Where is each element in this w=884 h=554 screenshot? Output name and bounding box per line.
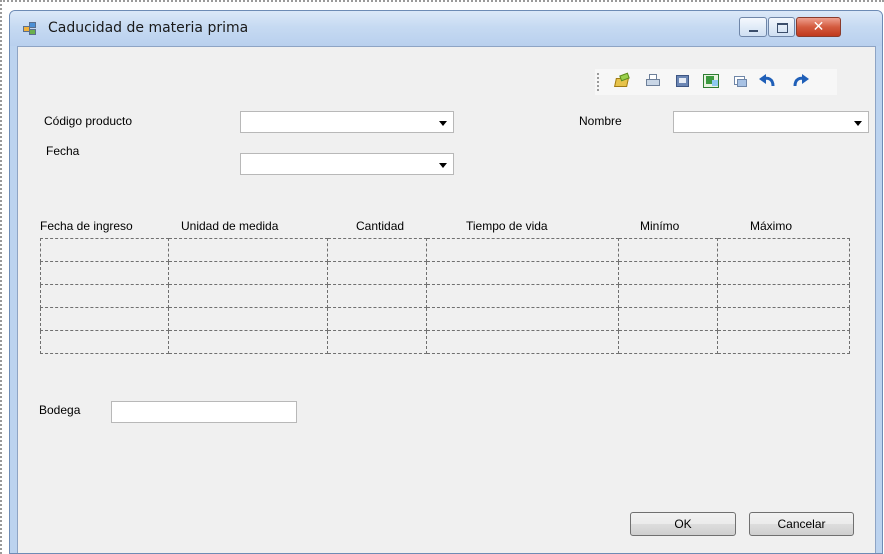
table-cell[interactable] [717,238,850,262]
table-cell[interactable] [327,238,427,262]
close-button[interactable]: ✕ [796,17,841,37]
chevron-down-icon [439,163,447,168]
table-row[interactable] [40,238,850,262]
excel-export-icon[interactable] [703,73,719,89]
table-cell[interactable] [426,330,619,354]
maximize-button[interactable] [768,17,795,37]
ok-button[interactable]: OK [630,512,736,536]
codigo-producto-combo[interactable] [240,111,454,133]
bodega-label: Bodega [39,403,81,417]
app-icon [23,22,39,36]
table-cell[interactable] [40,238,169,262]
table-cell[interactable] [168,307,328,331]
chevron-down-icon [439,121,447,126]
title-bar[interactable]: Caducidad de materia prima ✕ [10,11,882,46]
chevron-down-icon [854,121,862,126]
table-cell[interactable] [426,307,619,331]
image-icon[interactable] [675,73,691,89]
open-folder-icon[interactable] [614,72,630,89]
nombre-label: Nombre [579,114,622,128]
table-cell[interactable] [618,238,718,262]
table-row[interactable] [40,330,850,354]
table-cell[interactable] [327,307,427,331]
table-cell[interactable] [327,284,427,308]
table-cell[interactable] [40,307,169,331]
codigo-producto-label: Código producto [44,114,133,128]
table-cell[interactable] [426,284,619,308]
dialog-window: Caducidad de materia prima ✕ Código prod… [9,10,883,554]
column-header-minimo: Minímo [640,219,680,233]
table-cell[interactable] [717,261,850,285]
table-cell[interactable] [40,284,169,308]
table-cell[interactable] [717,284,850,308]
redo-icon[interactable] [790,73,810,89]
table-cell[interactable] [717,307,850,331]
column-header-maximo: Máximo [750,219,793,233]
undo-icon[interactable] [758,73,778,89]
minimize-button[interactable] [739,17,767,37]
fecha-combo[interactable] [240,153,454,175]
toolbar-grip[interactable] [597,73,600,91]
table-cell[interactable] [327,330,427,354]
column-header-fecha-ingreso: Fecha de ingreso [40,219,133,233]
print-icon[interactable] [645,73,661,89]
table-cell[interactable] [40,261,169,285]
copy-icon[interactable] [732,73,748,89]
table-cell[interactable] [618,261,718,285]
nombre-combo[interactable] [673,111,869,133]
form-client-area: Código producto Nombre Fecha Fecha de in… [17,46,876,553]
table-row[interactable] [40,261,850,285]
table-cell[interactable] [426,261,619,285]
table-cell[interactable] [168,330,328,354]
table-cell[interactable] [618,330,718,354]
table-cell[interactable] [168,284,328,308]
cancel-button[interactable]: Cancelar [749,512,854,536]
column-header-cantidad: Cantidad [356,219,405,233]
table-cell[interactable] [168,261,328,285]
table-cell[interactable] [717,330,850,354]
table-cell[interactable] [426,238,619,262]
table-cell[interactable] [618,284,718,308]
column-header-tiempo-vida: Tiempo de vida [466,219,548,233]
data-grid[interactable] [40,238,850,354]
window-title: Caducidad de materia prima [48,20,249,36]
bodega-input[interactable] [111,401,297,423]
fecha-label: Fecha [46,144,80,158]
table-cell[interactable] [168,238,328,262]
toolbar [595,69,837,95]
close-icon: ✕ [812,19,825,35]
table-cell[interactable] [327,261,427,285]
table-cell[interactable] [618,307,718,331]
table-row[interactable] [40,307,850,331]
column-header-unidad-medida: Unidad de medida [181,219,279,233]
table-cell[interactable] [40,330,169,354]
table-row[interactable] [40,284,850,308]
